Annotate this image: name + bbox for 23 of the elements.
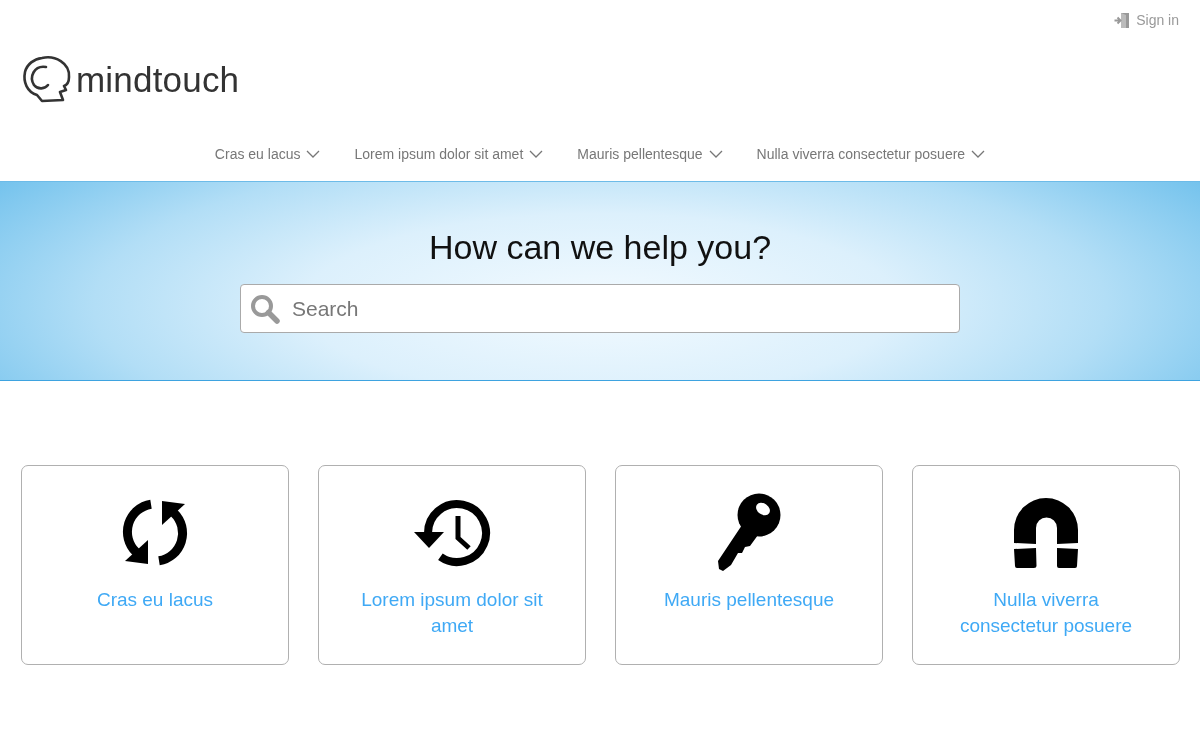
- category-card[interactable]: Lorem ipsum dolor sit amet: [318, 465, 586, 665]
- nav-menu-item[interactable]: Cras eu lacus: [214, 144, 321, 164]
- search-icon: [250, 294, 280, 324]
- category-link[interactable]: Mauris pellentesque: [663, 587, 834, 613]
- search-field[interactable]: Search: [240, 284, 960, 333]
- magnet-icon: [1013, 496, 1079, 568]
- nav-menu-item[interactable]: Mauris pellentesque: [577, 144, 723, 164]
- key-icon: [717, 493, 781, 571]
- logo-text: mindtouch: [76, 61, 240, 97]
- category-link[interactable]: Lorem ipsum dolor sit amet: [349, 587, 555, 639]
- logo-head-icon: [22, 55, 72, 103]
- category-link[interactable]: Nulla viverra consectetur posuere: [943, 587, 1149, 639]
- clock-arrow-icon: [414, 498, 490, 566]
- hero-title: How can we help you?: [428, 227, 772, 267]
- category-link[interactable]: Cras eu lacus: [96, 587, 214, 613]
- nav-menu-item[interactable]: Nulla viverra consectetur posuere: [756, 144, 986, 164]
- door-arrow-icon: [1114, 11, 1131, 29]
- circular-arrows-icon: [122, 498, 188, 566]
- category-card[interactable]: Nulla viverra consectetur posuere: [912, 465, 1180, 665]
- category-card[interactable]: Mauris pellentesque: [615, 465, 883, 665]
- category-card[interactable]: Cras eu lacus: [21, 465, 289, 665]
- nav-menu-item[interactable]: Lorem ipsum dolor sit amet: [354, 144, 544, 164]
- sign-in-link[interactable]: Sign in: [1114, 9, 1179, 31]
